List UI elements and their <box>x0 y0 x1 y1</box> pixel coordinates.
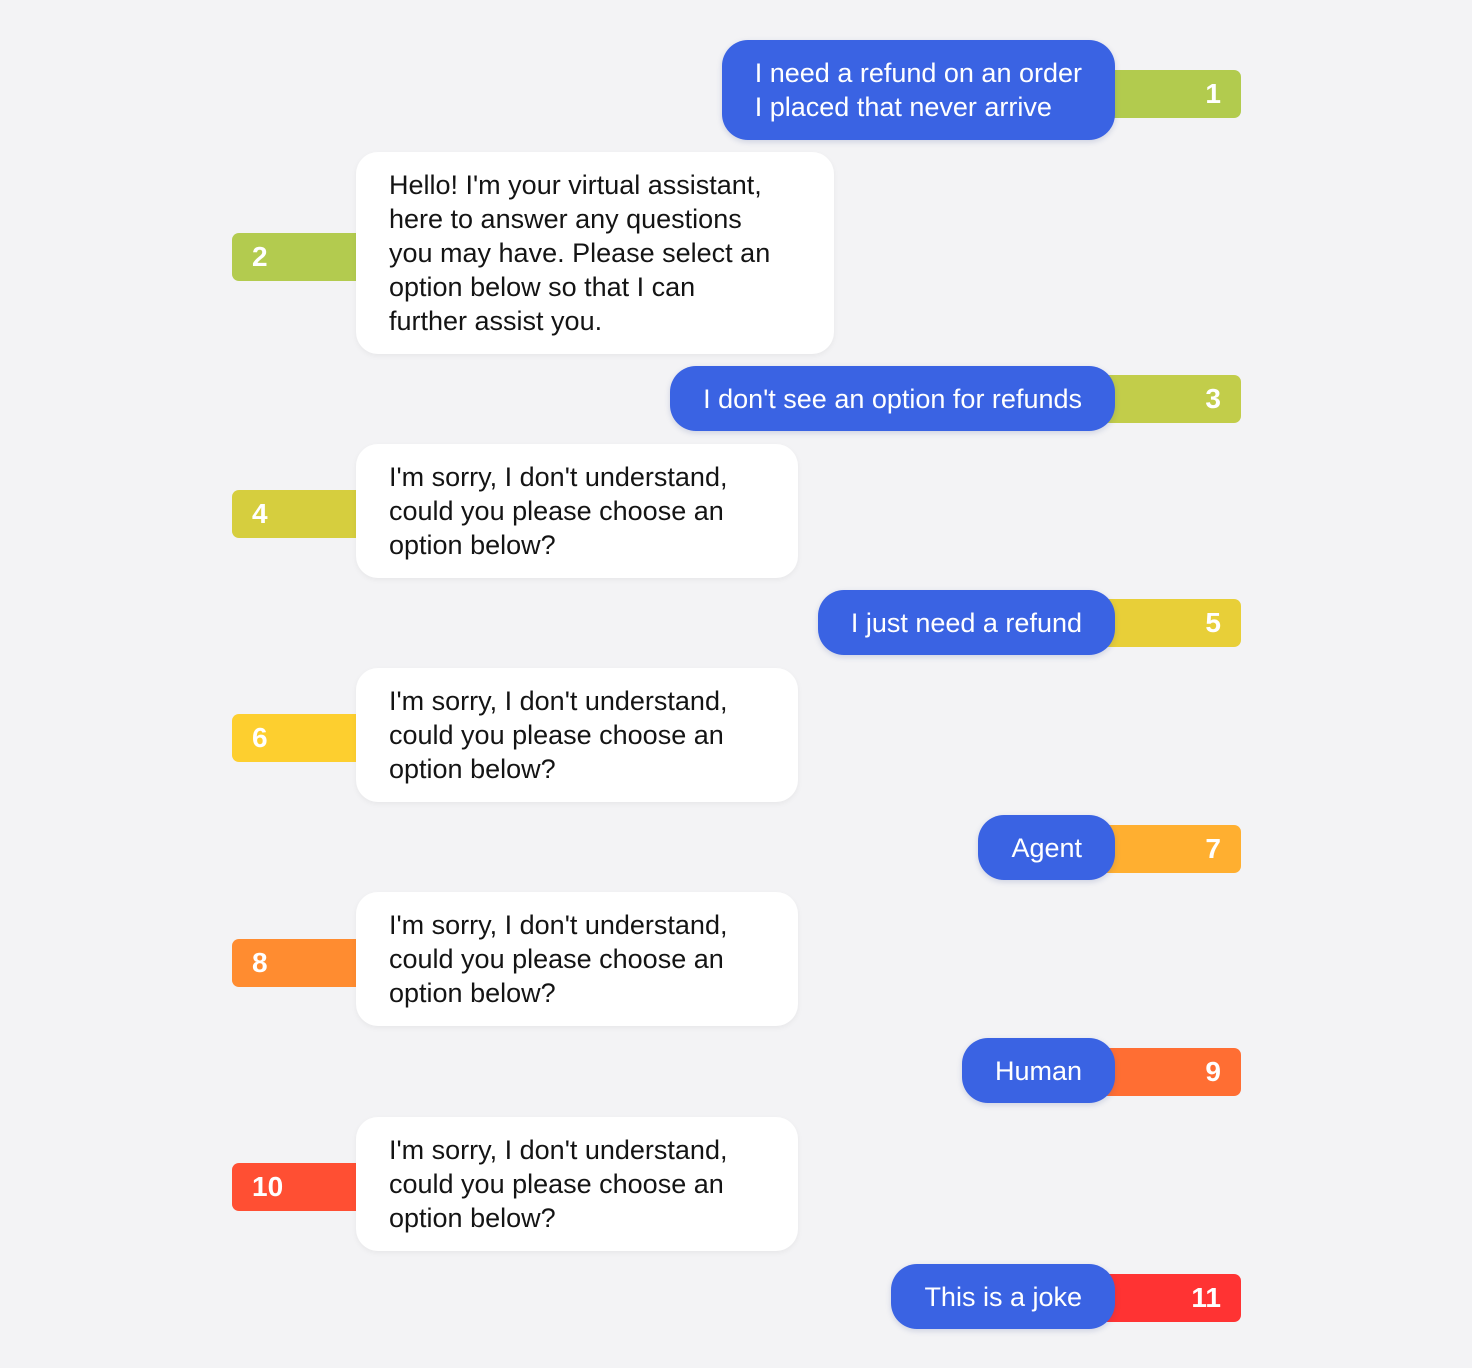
message-number: 2 <box>252 241 268 272</box>
message-number: 9 <box>1205 1056 1221 1087</box>
message-number: 4 <box>252 498 268 529</box>
bot-message-bubble: I'm sorry, I don't understand, could you… <box>356 892 798 1026</box>
bot-message-bubble: Hello! I'm your virtual assistant, here … <box>356 152 834 354</box>
message-number-tag: 5 <box>1100 599 1241 647</box>
message-number: 8 <box>252 947 268 978</box>
message-number-tag: 6 <box>232 714 362 762</box>
message-number-tag: 1 <box>1100 70 1241 118</box>
user-message-bubble: This is a joke <box>891 1264 1115 1329</box>
message-number-tag: 11 <box>1100 1274 1241 1322</box>
message-number-tag: 9 <box>1100 1048 1241 1096</box>
message-number: 1 <box>1205 78 1221 109</box>
message-number: 7 <box>1205 833 1221 864</box>
message-number: 5 <box>1205 607 1221 638</box>
bot-message-bubble: I'm sorry, I don't understand, could you… <box>356 668 798 802</box>
message-number-tag: 4 <box>232 490 362 538</box>
user-message-bubble: I just need a refund <box>817 590 1115 655</box>
user-message-bubble: I need a refund on an order I placed tha… <box>721 40 1115 140</box>
bot-message-bubble: I'm sorry, I don't understand, could you… <box>356 1117 798 1251</box>
message-number-tag: 3 <box>1100 375 1241 423</box>
message-number-tag: 10 <box>232 1163 362 1211</box>
message-number-tag: 8 <box>232 939 362 987</box>
message-number: 3 <box>1205 383 1221 414</box>
message-number-tag: 7 <box>1100 825 1241 873</box>
message-number: 11 <box>1191 1282 1221 1313</box>
user-message-bubble: I don't see an option for refunds <box>670 366 1115 431</box>
bot-message-bubble: I'm sorry, I don't understand, could you… <box>356 444 798 578</box>
message-number: 6 <box>252 722 268 753</box>
user-message-bubble: Human <box>961 1038 1115 1103</box>
user-message-bubble: Agent <box>978 815 1115 880</box>
message-number: 10 <box>252 1171 284 1202</box>
message-number-tag: 2 <box>232 233 362 281</box>
